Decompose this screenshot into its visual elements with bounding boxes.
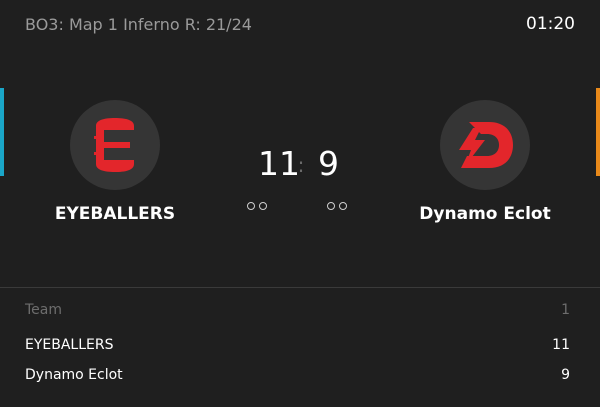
- team-b-logo: [440, 100, 530, 190]
- team-b-name: Dynamo Eclot: [419, 204, 551, 224]
- team-a-logo: [70, 100, 160, 190]
- team-b-score: 9: [318, 144, 339, 183]
- match-header: BO3: Map 1 Inferno R: 21/24 01:20: [0, 0, 600, 52]
- team-a-score: 11: [258, 144, 300, 183]
- team-b-side-indicator: [596, 88, 600, 176]
- eyeballers-logo-icon: [94, 118, 134, 172]
- map-dot: [327, 202, 335, 210]
- round-clock: 01:20: [526, 14, 575, 34]
- team-a-name: EYEBALLERS: [54, 204, 176, 224]
- score-separator: :: [297, 153, 305, 177]
- map-dot: [247, 202, 255, 210]
- table-header-team: Team: [25, 302, 63, 318]
- match-info: BO3: Map 1 Inferno R: 21/24: [25, 15, 252, 34]
- score-table: Team 1 EYEBALLERS 11 Dynamo Eclot 9: [0, 288, 600, 390]
- dynamo-eclot-logo-icon: [459, 122, 513, 168]
- table-header-row: Team 1: [0, 288, 600, 330]
- table-cell-team: EYEBALLERS: [25, 337, 114, 353]
- team-b-map-dots: [327, 202, 347, 210]
- map-dot: [339, 202, 347, 210]
- table-row: Dynamo Eclot 9: [0, 360, 600, 390]
- table-header-map: 1: [561, 302, 570, 318]
- table-cell-team: Dynamo Eclot: [25, 367, 123, 383]
- team-a-side-indicator: [0, 88, 4, 176]
- table-cell-value: 11: [552, 337, 570, 353]
- table-cell-value: 9: [561, 367, 570, 383]
- map-dot: [259, 202, 267, 210]
- table-row: EYEBALLERS 11: [0, 330, 600, 360]
- team-a-map-dots: [247, 202, 267, 210]
